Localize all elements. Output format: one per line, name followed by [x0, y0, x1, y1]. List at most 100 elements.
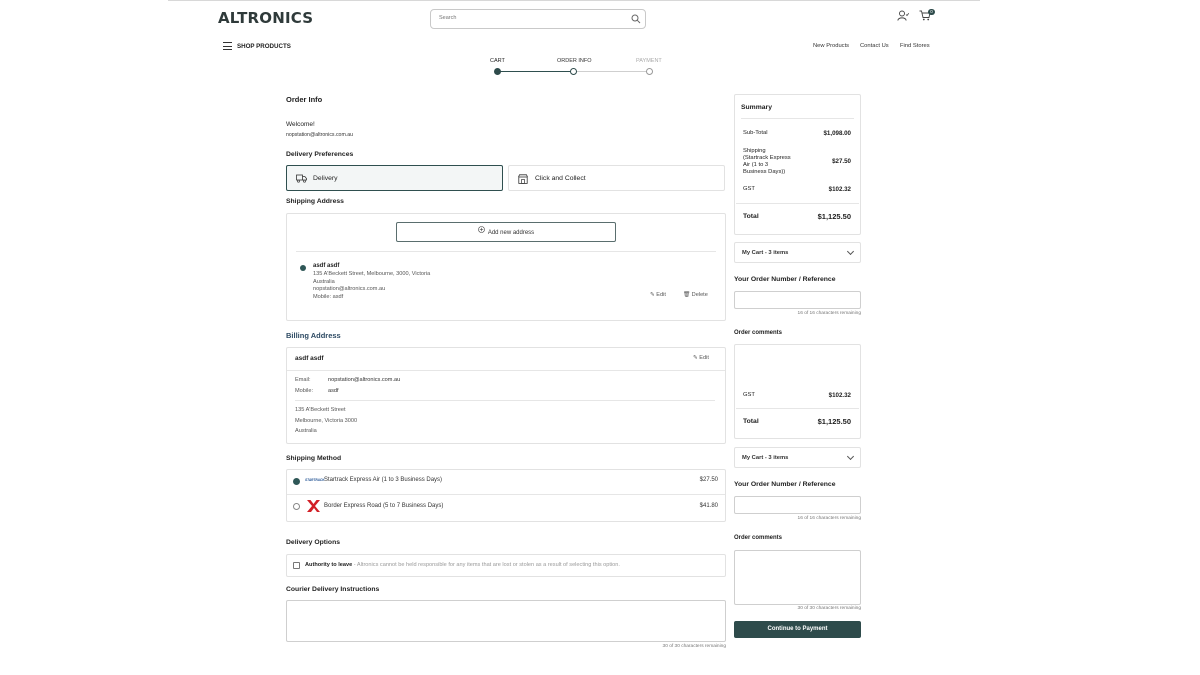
chevron-down-icon — [846, 247, 855, 256]
trash-icon: 🗑 — [683, 292, 691, 298]
authority-to-leave-label: Authority to leave — [305, 562, 353, 568]
cart-count-badge: 0 — [928, 9, 935, 15]
nav-find-stores[interactable]: Find Stores — [900, 43, 930, 49]
gst-label: GST — [743, 186, 755, 192]
continue-to-payment-button[interactable]: Continue to Payment — [734, 621, 861, 638]
gst-value: $102.32 — [828, 186, 851, 193]
border-express-radio[interactable] — [293, 503, 300, 510]
my-cart-dropdown[interactable]: My Cart - 3 items — [734, 242, 861, 263]
shipping-method-border-express[interactable]: Border Express Road (5 to 7 Business Day… — [292, 499, 720, 517]
gst-value-2: $102.32 — [828, 392, 851, 399]
shipping-method-startrack[interactable]: STARTRACK Startrack Express Air (1 to 3 … — [292, 474, 720, 492]
total-label-2: Total — [743, 418, 759, 425]
address-edit-label: Edit — [656, 292, 666, 298]
delivery-option-delivery[interactable]: Delivery — [286, 165, 503, 191]
step-cart-dot — [494, 68, 501, 75]
total-value: $1,125.50 — [817, 212, 851, 221]
summary-divider-total — [736, 203, 859, 204]
billing-line2: Melbourne, Victoria 3000 — [295, 417, 358, 424]
top-divider — [168, 0, 980, 1]
chevron-down-icon — [846, 452, 855, 461]
my-cart-label: My Cart - 3 items — [742, 250, 789, 256]
address-edit-link[interactable]: ✎ Edit — [650, 292, 666, 298]
order-number-remaining: 16 of 16 characters remaining — [797, 311, 861, 316]
order-comments-title-2: Order comments — [734, 535, 783, 541]
billing-name: asdf asdf — [295, 355, 324, 362]
startrack-label: Startrack Express Air (1 to 3 Business D… — [324, 477, 443, 483]
billing-address-panel — [286, 347, 726, 444]
step-payment-label: PAYMENT — [636, 58, 662, 64]
truck-icon — [296, 174, 307, 185]
startrack-radio-selected[interactable] — [293, 478, 300, 485]
address-delete-label: Delete — [691, 292, 708, 298]
delivery-option-click-collect[interactable]: Click and Collect — [508, 165, 725, 191]
courier-instructions-title: Courier Delivery Instructions — [286, 586, 380, 593]
billing-edit-link[interactable]: ✎ Edit — [693, 355, 709, 361]
address-divider — [296, 251, 716, 252]
add-new-address-button[interactable]: Add new address — [396, 222, 616, 242]
billing-mobile-label: Mobile: — [295, 388, 314, 394]
step-cart-label[interactable]: CART — [490, 58, 505, 64]
border-express-price: $41.80 — [699, 503, 718, 509]
gst-label-2: GST — [743, 392, 755, 398]
order-info-title: Order Info — [286, 95, 323, 104]
welcome-email: nopstation@altronics.com.au — [286, 132, 353, 138]
store-icon — [518, 174, 528, 186]
billing-address-title: Billing Address — [286, 331, 341, 340]
shipping-method-divider — [287, 494, 725, 495]
step-order-info-dot — [570, 68, 577, 75]
pencil-icon: ✎ — [650, 292, 655, 298]
billing-line3: Australia — [295, 428, 317, 434]
authority-to-leave-checkbox[interactable] — [293, 562, 300, 569]
hamburger-menu-icon[interactable] — [223, 42, 232, 50]
address-street: 135 A'Beckett Street, Melbourne, 3000, V… — [313, 271, 431, 277]
search-input[interactable] — [439, 15, 619, 21]
shop-products-link[interactable]: SHOP PRODUCTS — [237, 43, 291, 50]
step-payment-dot — [646, 68, 653, 75]
search-icon[interactable] — [631, 14, 641, 26]
delivery-option-label: Delivery — [313, 175, 338, 182]
order-number-input-2[interactable] — [734, 496, 861, 514]
address-country: Australia — [313, 278, 335, 285]
nav-new-products[interactable]: New Products — [813, 43, 849, 49]
total-value-2: $1,125.50 — [817, 417, 851, 426]
address-radio-selected[interactable] — [300, 265, 306, 271]
authority-to-leave-text: Authority to leave - Altronics cannot be… — [305, 562, 620, 568]
billing-line1: 135 A'Beckett Street — [295, 407, 346, 413]
account-icon[interactable] — [897, 10, 910, 23]
summary-divider-top — [741, 118, 854, 119]
address-name: asdf asdf — [313, 263, 340, 269]
startrack-price: $27.50 — [699, 477, 718, 483]
my-cart-dropdown-2[interactable]: My Cart - 3 items — [734, 447, 861, 468]
courier-instructions-textarea[interactable] — [286, 600, 726, 642]
delivery-preferences-title: Delivery Preferences — [286, 151, 354, 158]
billing-email-label: Email: — [295, 377, 311, 383]
delivery-options-title: Delivery Options — [286, 539, 341, 546]
address-delete-link[interactable]: 🗑 Delete — [683, 292, 708, 298]
shipping-address-title: Shipping Address — [286, 198, 344, 205]
billing-divider-2 — [295, 400, 715, 401]
billing-email-value: nopstation@altronics.com.au — [328, 377, 401, 383]
billing-edit-label: Edit — [699, 355, 709, 361]
nav-contact-us[interactable]: Contact Us — [860, 43, 889, 49]
order-comments-textarea[interactable] — [734, 550, 861, 605]
address-mobile: Mobile: asdf — [313, 293, 344, 300]
billing-divider-1 — [287, 370, 725, 371]
add-new-address-label: Add new address — [487, 230, 535, 237]
altronics-logo[interactable]: ALTRONICS — [218, 9, 313, 27]
shipping-summary-value: $27.50 — [832, 158, 851, 165]
welcome-text: Welcome! — [286, 121, 315, 128]
authority-to-leave-note: - Altronics cannot be held responsible f… — [352, 562, 620, 568]
order-number-input[interactable] — [734, 291, 861, 309]
courier-remaining: 30 of 30 characters remaining — [662, 644, 726, 649]
click-collect-label: Click and Collect — [535, 175, 586, 182]
my-cart-label-2: My Cart - 3 items — [742, 455, 789, 461]
shipping-method-title: Shipping Method — [286, 455, 342, 462]
summary-title: Summary — [741, 104, 772, 111]
subtotal-label: Sub-Total — [743, 130, 768, 136]
address-email: nopstation@altronics.com.au — [313, 286, 386, 292]
order-comments-remaining: 30 of 30 characters remaining — [797, 606, 861, 611]
step-order-info-label: ORDER INFO — [557, 58, 592, 64]
total-label: Total — [743, 213, 759, 220]
search-bar[interactable] — [430, 9, 646, 29]
